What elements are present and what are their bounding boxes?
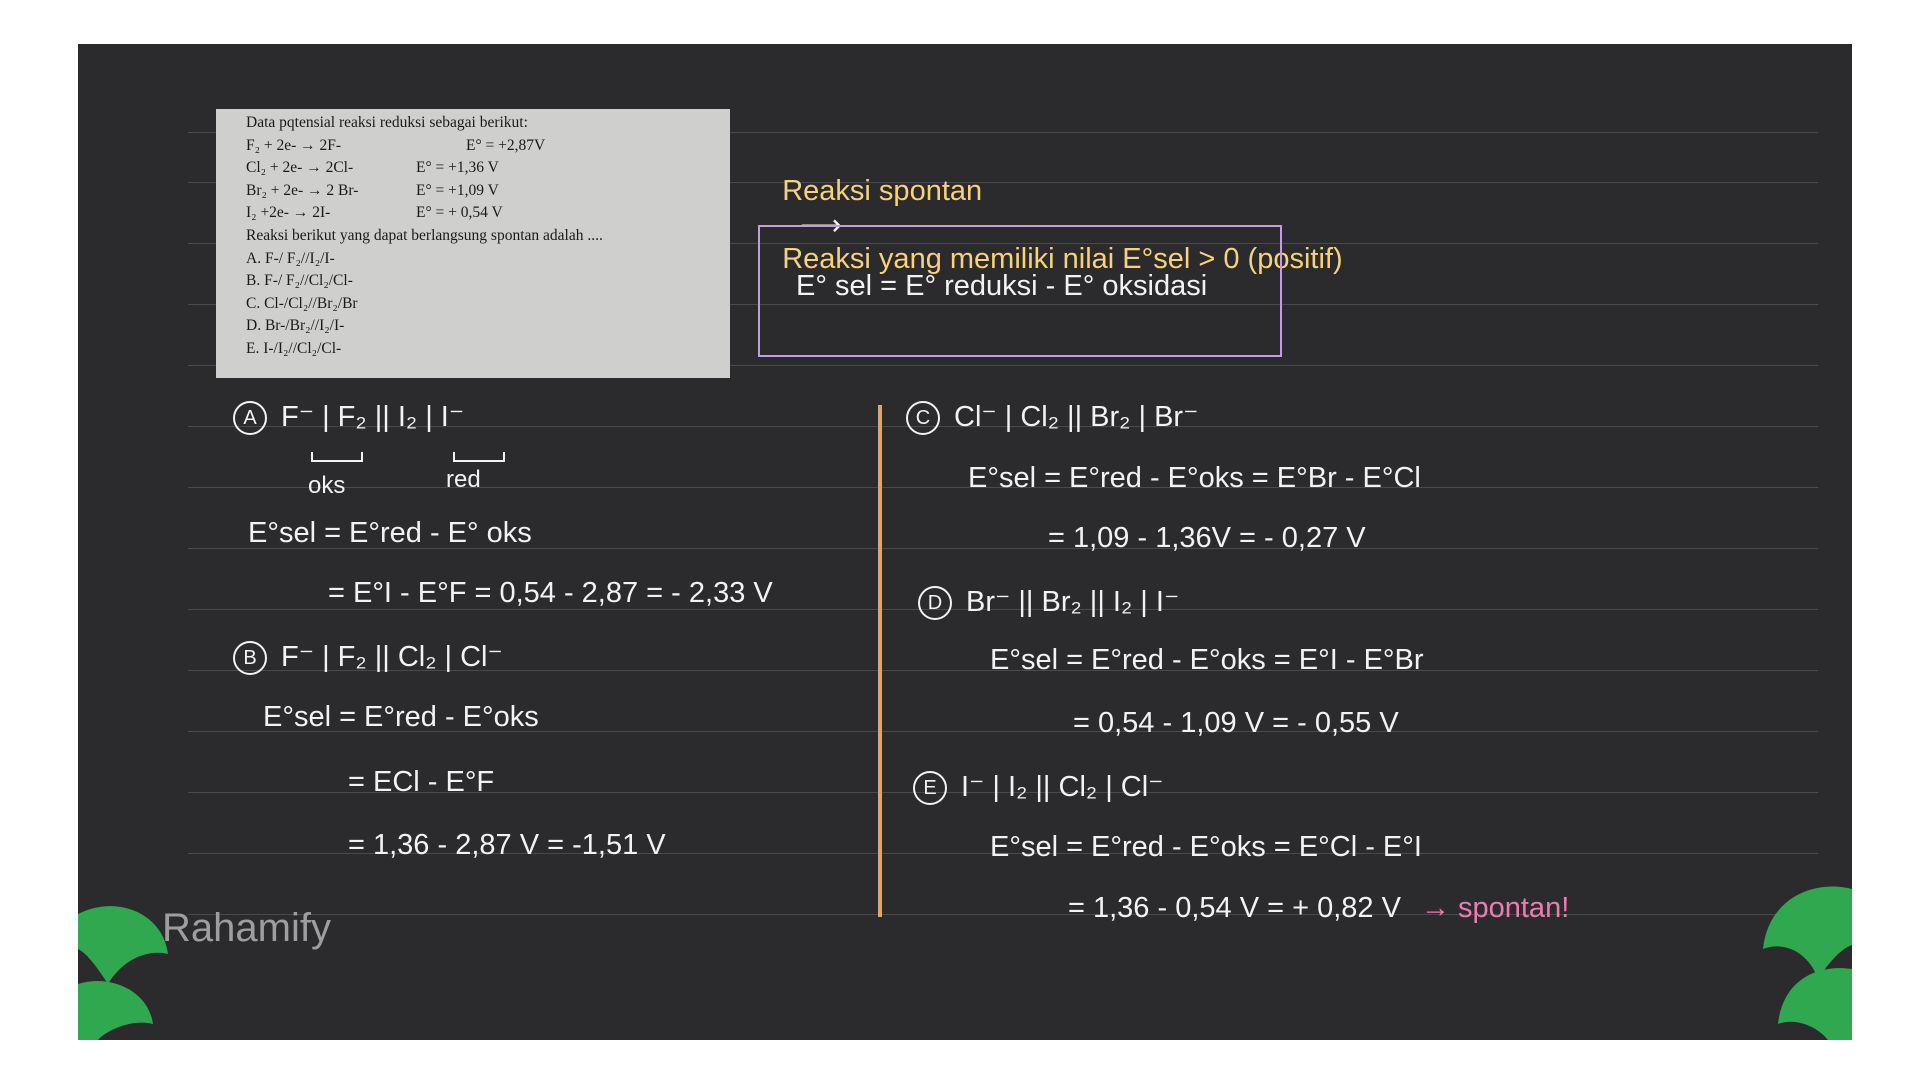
reaction-potential: E° = +2,87V bbox=[466, 136, 546, 154]
marker-b: B bbox=[233, 641, 267, 676]
label-red: red bbox=[446, 466, 481, 493]
solution-d-line2: = 0,54 - 1,09 V = - 0,55 V bbox=[1073, 707, 1399, 739]
reaction-equation: Cl₂ + 2e- → 2Cl- bbox=[246, 159, 354, 177]
label-oks: oks bbox=[308, 472, 346, 499]
brand-logo: Rahamify bbox=[162, 906, 331, 950]
solution-a-cell: A F⁻ | F₂ || I₂ | I⁻ bbox=[233, 399, 465, 436]
cell-notation: Br⁻ || Br₂ || I₂ | I⁻ bbox=[966, 586, 1180, 618]
reaction-row: I₂ +2e- → 2I- E° = + 0,54 V bbox=[246, 202, 730, 225]
reaction-potential: E° = + 0,54 V bbox=[416, 204, 503, 222]
leaf-icon bbox=[78, 906, 168, 1040]
option-e: E. I-/I₂//Cl₂/Cl- bbox=[246, 339, 342, 357]
option-b: B. F-/ F₂//Cl₂/Cl- bbox=[246, 272, 353, 290]
solution-c-line1: E°sel = E°red - E°oks = E°Br - E°Cl bbox=[968, 462, 1421, 494]
marker-d: D bbox=[918, 586, 952, 621]
solution-b-line2: = ECl - E°F bbox=[348, 766, 495, 798]
solution-c-line2: = 1,09 - 1,36V = - 0,27 V bbox=[1048, 522, 1366, 554]
brace-icon bbox=[453, 452, 505, 462]
option-a: A. F-/ F₂//I₂/I- bbox=[246, 249, 335, 267]
cell-notation: Cl⁻ | Cl₂ || Br₂ | Br⁻ bbox=[954, 401, 1199, 433]
reaction-potential: E° = +1,36 V bbox=[416, 159, 499, 177]
reaction-potential: E° = +1,09 V bbox=[416, 181, 499, 199]
solution-e-line1: E°sel = E°red - E°oks = E°Cl - E°I bbox=[990, 831, 1422, 863]
solution-d-cell: D Br⁻ || Br₂ || I₂ | I⁻ bbox=[918, 584, 1180, 621]
cell-notation: F⁻ | F₂ || Cl₂ | Cl⁻ bbox=[281, 641, 503, 673]
leaf-icon bbox=[1763, 886, 1852, 1040]
solution-c-cell: C Cl⁻ | Cl₂ || Br₂ | Br⁻ bbox=[906, 399, 1199, 436]
solution-b-cell: B F⁻ | F₂ || Cl₂ | Cl⁻ bbox=[233, 639, 503, 676]
solution-e-cell: E I⁻ | I₂ || Cl₂ | Cl⁻ bbox=[913, 769, 1164, 806]
question-card: Data pqtensial reaksi reduksi sebagai be… bbox=[216, 109, 730, 378]
reaction-row: Cl₂ + 2e- → 2Cl- E° = +1,36 V bbox=[246, 157, 730, 180]
solution-b-line1: E°sel = E°red - E°oks bbox=[263, 701, 539, 733]
option-d: D. Br-/Br₂//I₂/I- bbox=[246, 317, 345, 335]
ruled-line bbox=[188, 914, 1818, 915]
marker-c: C bbox=[906, 401, 940, 436]
marker-e: E bbox=[913, 771, 947, 806]
whiteboard: Data pqtensial reaksi reduksi sebagai be… bbox=[78, 44, 1852, 1040]
solution-a-line1: E°sel = E°red - E° oks bbox=[248, 517, 532, 549]
solution-b-line3: = 1,36 - 2,87 V = -1,51 V bbox=[348, 829, 666, 861]
option-c: C. Cl-/Cl₂//Br₂/Br bbox=[246, 294, 358, 312]
reaction-row: F₂ + 2e- → 2F- E° = +2,87V bbox=[246, 135, 730, 158]
column-divider bbox=[878, 405, 882, 917]
spontaneous-label: → spontan! bbox=[1420, 892, 1570, 924]
solution-e-line2: = 1,36 - 0,54 V = + 0,82 V → spontan! bbox=[1068, 892, 1569, 925]
reaction-equation: Br₂ + 2e- → 2 Br- bbox=[246, 181, 359, 199]
cell-notation: F⁻ | F₂ || I₂ | I⁻ bbox=[281, 401, 465, 433]
result-value: = 1,36 - 0,54 V = + 0,82 V bbox=[1068, 892, 1401, 924]
reaction-equation: I₂ +2e- → 2I- bbox=[246, 204, 331, 222]
solution-a-line2: = E°I - E°F = 0,54 - 2,87 = - 2,33 V bbox=[328, 577, 773, 609]
question-title: Data pqtensial reaksi reduksi sebagai be… bbox=[246, 114, 528, 131]
definition-term: Reaksi spontan bbox=[782, 175, 983, 207]
solution-d-line1: E°sel = E°red - E°oks = E°I - E°Br bbox=[990, 644, 1424, 676]
reaction-row: Br₂ + 2e- → 2 Br- E° = +1,09 V bbox=[246, 180, 730, 203]
cell-notation: I⁻ | I₂ || Cl₂ | Cl⁻ bbox=[961, 771, 1164, 803]
question-prompt: Reaksi berikut yang dapat berlangsung sp… bbox=[246, 226, 603, 244]
reaction-equation: F₂ + 2e- → 2F- bbox=[246, 136, 342, 154]
brace-icon bbox=[311, 452, 363, 462]
formula-text: E° sel = E° reduksi - E° oksidasi bbox=[796, 270, 1208, 302]
marker-a: A bbox=[233, 401, 267, 436]
